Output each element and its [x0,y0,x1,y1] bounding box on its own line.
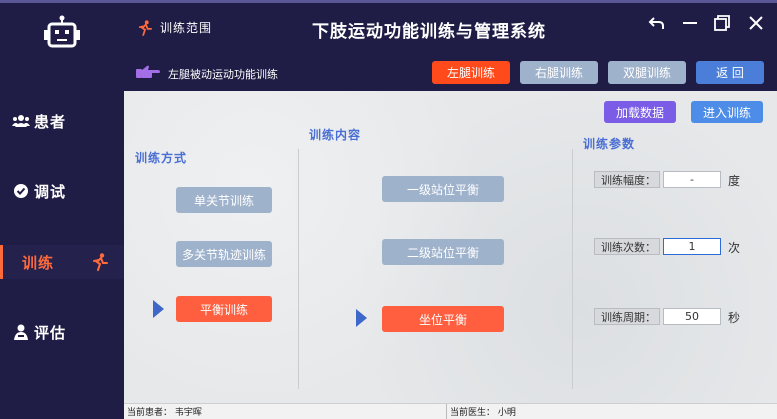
amplitude-unit: 度 [728,174,741,188]
sidebar-item-training[interactable]: 训练 [0,245,124,279]
column-divider [298,149,299,389]
params-title: 训练参数 [583,137,636,151]
training-scope: 训练范围 [138,19,212,36]
sidebar-item-assessment[interactable]: 评估 [0,315,124,349]
amplitude-label: 训练幅度： [594,171,660,188]
sidebar-item-label: 调试 [34,182,67,201]
content-level1-standing-button[interactable]: 一级站位平衡 [382,176,504,202]
training-subheader: 左腿被动运动功能训练 左腿训练 右腿训练 双腿训练 返 回 [124,55,777,91]
sidebar-item-debug[interactable]: 调试 [0,174,124,208]
enter-training-button[interactable]: 进入训练 [691,101,763,123]
period-label: 训练周期： [594,308,660,325]
training-panel: 加载数据 进入训练 训练方式 单关节训练 多关节轨迹训练 平衡训练 训练内容 一… [124,91,777,403]
status-bar: 当前患者： 韦宇晖 当前医生： 小明 [124,403,777,419]
restore-icon[interactable] [712,13,732,33]
robot-logo-icon [44,15,80,48]
tab-right-leg[interactable]: 右腿训练 [520,61,598,84]
tab-both-legs[interactable]: 双腿训练 [608,61,686,84]
check-circle-icon [14,184,28,198]
title-bar: 训练范围 下肢运动功能训练与管理系统 [124,3,777,55]
column-divider [572,149,573,389]
selected-arrow-icon [153,300,164,318]
active-indicator [0,245,3,279]
status-divider [446,404,447,419]
scope-label: 训练范围 [160,21,213,35]
sidebar-item-patients[interactable]: 患者 [0,104,124,138]
running-icon [138,19,152,36]
assess-user-icon [14,324,28,340]
sidebar-item-label: 评估 [34,323,67,342]
app-title: 下肢运动功能训练与管理系统 [312,22,546,42]
back-button[interactable]: 返 回 [696,61,764,84]
mode-title: 训练方式 [135,151,188,165]
content-level2-standing-button[interactable]: 二级站位平衡 [382,239,504,265]
period-input[interactable] [663,308,721,325]
sidebar: 患者 调试 训练 评估 [0,3,124,419]
sidebar-item-label: 患者 [34,112,67,131]
back-arrow-icon[interactable] [647,13,667,33]
content-title: 训练内容 [309,128,362,142]
current-patient: 当前患者： 韦宇晖 [127,408,202,418]
amplitude-input[interactable] [663,171,721,188]
content-sitting-balance-button[interactable]: 坐位平衡 [382,306,504,332]
mode-multi-joint-button[interactable]: 多关节轨迹训练 [176,241,272,267]
training-title: 左腿被动运动功能训练 [168,68,278,81]
sidebar-item-label: 训练 [22,253,55,272]
period-unit: 秒 [728,311,741,325]
running-icon [93,253,108,271]
count-unit: 次 [728,241,741,255]
mode-single-joint-button[interactable]: 单关节训练 [176,187,272,213]
selected-arrow-icon [356,309,367,327]
load-data-button[interactable]: 加载数据 [604,101,676,123]
tab-left-leg[interactable]: 左腿训练 [432,61,510,84]
mode-balance-button[interactable]: 平衡训练 [176,296,272,322]
pointing-hand-icon [136,65,160,78]
close-icon[interactable] [746,13,766,33]
current-doctor: 当前医生： 小明 [450,408,516,418]
count-input[interactable] [663,238,721,255]
minimize-icon[interactable] [680,13,700,33]
count-label: 训练次数： [594,238,660,255]
users-icon [12,115,30,127]
